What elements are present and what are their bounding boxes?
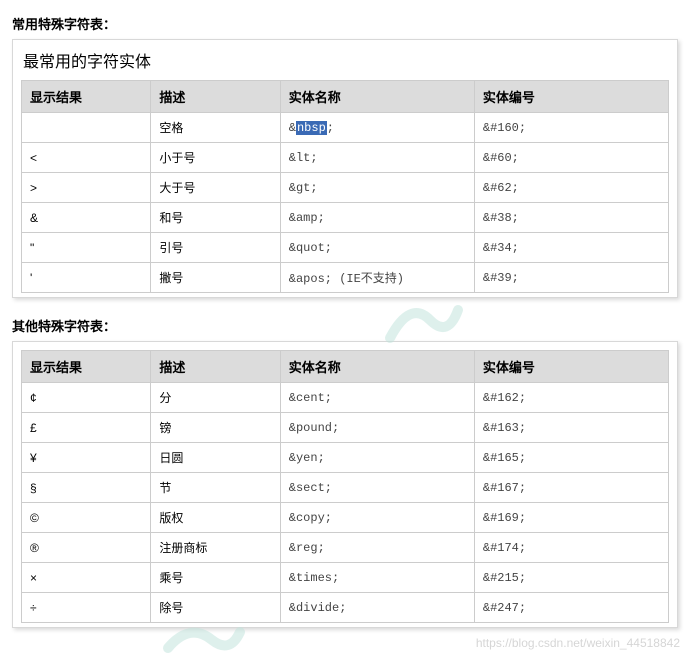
cell-desc: 引号 [151, 233, 280, 263]
card-common-entities: 最常用的字符实体 显示结果 描述 实体名称 实体编号 空格 &nbsp; &#1… [12, 39, 678, 298]
table-row: × 乘号 &times; &#215; [22, 563, 669, 593]
cell-desc: 节 [151, 473, 280, 503]
cell-display [22, 113, 151, 143]
th-number: 实体编号 [474, 351, 668, 383]
entity-prefix: & [289, 121, 296, 135]
cell-number: &#62; [474, 173, 668, 203]
table-row: ¢ 分 &cent; &#162; [22, 383, 669, 413]
cell-desc: 和号 [151, 203, 280, 233]
cell-display: ® [22, 533, 151, 563]
th-desc: 描述 [151, 81, 280, 113]
table-other-entities: 显示结果 描述 实体名称 实体编号 ¢ 分 &cent; &#162; £ 镑 … [21, 350, 669, 623]
cell-number: &#39; [474, 263, 668, 293]
cell-desc: 分 [151, 383, 280, 413]
cell-name: &copy; [280, 503, 474, 533]
table-row: 空格 &nbsp; &#160; [22, 113, 669, 143]
table-row: ¥ 日圆 &yen; &#165; [22, 443, 669, 473]
th-number: 实体编号 [474, 81, 668, 113]
table-row: > 大于号 &gt; &#62; [22, 173, 669, 203]
table-row: £ 镑 &pound; &#163; [22, 413, 669, 443]
th-display: 显示结果 [22, 351, 151, 383]
cell-desc: 乘号 [151, 563, 280, 593]
cell-desc: 大于号 [151, 173, 280, 203]
table-row: ® 注册商标 &reg; &#174; [22, 533, 669, 563]
cell-desc: 空格 [151, 113, 280, 143]
th-name: 实体名称 [280, 81, 474, 113]
table-row: § 节 &sect; &#167; [22, 473, 669, 503]
table-row: ' 撇号 &apos; (IE不支持) &#39; [22, 263, 669, 293]
th-display: 显示结果 [22, 81, 151, 113]
section1-heading: 常用特殊字符表： [12, 14, 678, 33]
table-row: & 和号 &amp; &#38; [22, 203, 669, 233]
cell-display: £ [22, 413, 151, 443]
cell-number: &#163; [474, 413, 668, 443]
cell-display: ¢ [22, 383, 151, 413]
cell-name: &gt; [280, 173, 474, 203]
cell-number: &#60; [474, 143, 668, 173]
cell-display: ' [22, 263, 151, 293]
highlighted-text: nbsp [296, 121, 327, 135]
cell-desc: 除号 [151, 593, 280, 623]
cell-name: &amp; [280, 203, 474, 233]
cell-number: &#34; [474, 233, 668, 263]
section2-heading: 其他特殊字符表： [12, 316, 678, 335]
cell-number: &#162; [474, 383, 668, 413]
cell-number: &#165; [474, 443, 668, 473]
cell-desc: 镑 [151, 413, 280, 443]
card-title: 最常用的字符实体 [23, 48, 669, 72]
card-other-entities: 显示结果 描述 实体名称 实体编号 ¢ 分 &cent; &#162; £ 镑 … [12, 341, 678, 628]
cell-number: &#160; [474, 113, 668, 143]
cell-name: &apos; (IE不支持) [280, 263, 474, 293]
table-header-row: 显示结果 描述 实体名称 实体编号 [22, 81, 669, 113]
cell-display: § [22, 473, 151, 503]
cell-number: &#174; [474, 533, 668, 563]
cell-name: &divide; [280, 593, 474, 623]
cell-number: &#215; [474, 563, 668, 593]
table-common-entities: 显示结果 描述 实体名称 实体编号 空格 &nbsp; &#160; < 小于号… [21, 80, 669, 293]
cell-desc: 小于号 [151, 143, 280, 173]
cell-number: &#247; [474, 593, 668, 623]
cell-display: ÷ [22, 593, 151, 623]
table-header-row: 显示结果 描述 实体名称 实体编号 [22, 351, 669, 383]
watermark-text: https://blog.csdn.net/weixin_44518842 [476, 636, 680, 650]
cell-name: &cent; [280, 383, 474, 413]
cell-display: " [22, 233, 151, 263]
cell-number: &#167; [474, 473, 668, 503]
cell-number: &#38; [474, 203, 668, 233]
cell-name: &yen; [280, 443, 474, 473]
th-desc: 描述 [151, 351, 280, 383]
cell-desc: 日圆 [151, 443, 280, 473]
cell-name: &pound; [280, 413, 474, 443]
cell-desc: 版权 [151, 503, 280, 533]
table-row: ÷ 除号 &divide; &#247; [22, 593, 669, 623]
cell-name: &lt; [280, 143, 474, 173]
cell-name: &times; [280, 563, 474, 593]
cell-display: ¥ [22, 443, 151, 473]
cell-display: > [22, 173, 151, 203]
cell-name: &nbsp; [280, 113, 474, 143]
cell-name: &reg; [280, 533, 474, 563]
cell-display: & [22, 203, 151, 233]
th-name: 实体名称 [280, 351, 474, 383]
cell-display: < [22, 143, 151, 173]
cell-desc: 注册商标 [151, 533, 280, 563]
cell-name: &quot; [280, 233, 474, 263]
entity-suffix: ; [327, 121, 334, 135]
table-row: © 版权 &copy; &#169; [22, 503, 669, 533]
cell-desc: 撇号 [151, 263, 280, 293]
cell-number: &#169; [474, 503, 668, 533]
cell-name: &sect; [280, 473, 474, 503]
table-row: " 引号 &quot; &#34; [22, 233, 669, 263]
table-row: < 小于号 &lt; &#60; [22, 143, 669, 173]
cell-display: © [22, 503, 151, 533]
cell-display: × [22, 563, 151, 593]
